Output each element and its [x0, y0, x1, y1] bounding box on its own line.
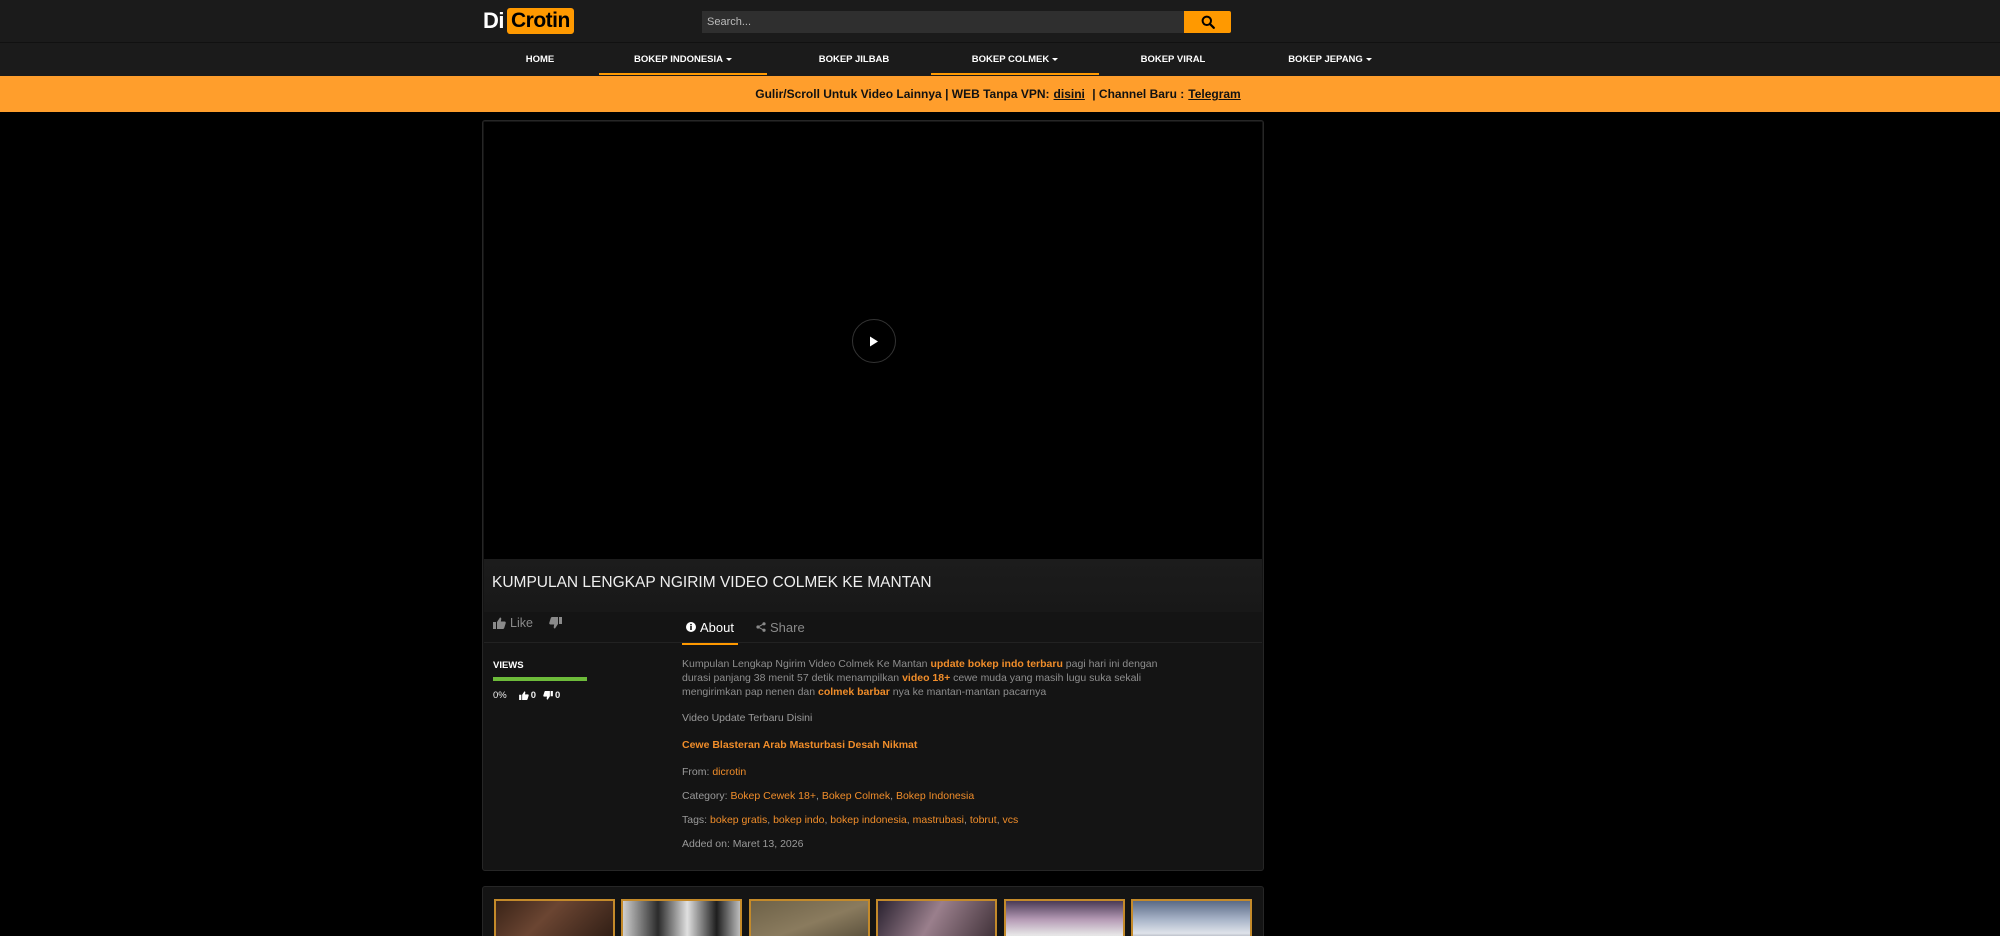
- info-tabs: About Share: [682, 613, 809, 645]
- category-label: Category:: [682, 790, 731, 802]
- video-title: KUMPULAN LENGKAP NGIRIM VIDEO COLMEK KE …: [492, 574, 932, 591]
- nav-item-home[interactable]: HOME: [490, 43, 590, 76]
- added-label: Added on:: [682, 838, 733, 850]
- category-link[interactable]: Bokep Cewek 18+: [730, 790, 816, 802]
- update-text: Video Update Terbaru Disini: [682, 712, 813, 724]
- tag-link[interactable]: tobrut: [970, 814, 997, 826]
- likes-count: 0: [530, 690, 537, 701]
- info-icon: [686, 622, 696, 632]
- video-thumbnail[interactable]: [1131, 899, 1252, 936]
- description-link[interactable]: video 18+: [902, 672, 950, 684]
- tab-share[interactable]: Share: [752, 613, 809, 641]
- banner-link-telegram[interactable]: Telegram: [1188, 87, 1240, 101]
- main-nav: HOME BOKEP INDONESIA BOKEP JILBAB BOKEP …: [0, 42, 2000, 76]
- tab-share-label: Share: [769, 619, 805, 635]
- views-rating-bar: [493, 677, 587, 681]
- category-line: Category: Bokep Cewek 18+, Bokep Colmek,…: [682, 790, 975, 802]
- nav-item-label: BOKEP COLMEK: [971, 54, 1050, 65]
- added-date: Maret 13, 2026: [732, 838, 804, 850]
- nav-item-label: BOKEP VIRAL: [1140, 54, 1206, 65]
- description-text: Kumpulan Lengkap Ngirim Video Colmek Ke …: [682, 658, 931, 670]
- nav-item-label: BOKEP JEPANG: [1288, 54, 1363, 65]
- banner-link-disini[interactable]: disini: [1054, 87, 1085, 101]
- like-button-label[interactable]: Like: [510, 616, 533, 630]
- nav-item-label: BOKEP INDONESIA: [633, 54, 724, 65]
- nav-item-bokep-jepang[interactable]: BOKEP JEPANG: [1262, 43, 1398, 76]
- video-thumbnail[interactable]: [876, 899, 997, 936]
- views-label: VIEWS: [493, 660, 524, 671]
- rating-actions: Like: [493, 613, 562, 633]
- related-videos: [482, 886, 1264, 936]
- share-icon: [756, 622, 766, 632]
- video-player[interactable]: [484, 122, 1262, 559]
- rating-summary: 0% 0 0: [493, 690, 567, 701]
- tag-link[interactable]: bokep gratis: [710, 814, 767, 826]
- description-link[interactable]: update bokep indo terbaru: [930, 658, 1062, 670]
- video-panel: KUMPULAN LENGKAP NGIRIM VIDEO COLMEK KE …: [482, 120, 1264, 871]
- added-line: Added on: Maret 13, 2026: [682, 838, 803, 850]
- thumbs-down-icon: [543, 691, 553, 700]
- logo-text-right: Crotin: [507, 8, 574, 34]
- banner-text: | Channel Baru :: [1088, 87, 1185, 101]
- announcement-banner: Gulir/Scroll Untuk Video Lainnya | WEB T…: [0, 76, 2000, 112]
- thumbs-up-icon[interactable]: [493, 617, 506, 629]
- site-header: Di Crotin: [0, 0, 2000, 42]
- banner-text: Gulir/Scroll Untuk Video Lainnya | WEB T…: [755, 87, 1050, 101]
- tab-about-label: About: [700, 619, 734, 635]
- search-button[interactable]: [1184, 11, 1231, 33]
- nav-item-bokep-colmek[interactable]: BOKEP COLMEK: [931, 43, 1099, 76]
- tag-link[interactable]: vcs: [1003, 814, 1019, 826]
- description-text: nya ke mantan-mantan pacarnya: [889, 686, 1047, 698]
- video-description: Kumpulan Lengkap Ngirim Video Colmek Ke …: [682, 657, 1172, 699]
- thumbs-up-icon: [518, 691, 529, 700]
- nav-item-bokep-jilbab[interactable]: BOKEP JILBAB: [780, 43, 928, 76]
- video-thumbnail[interactable]: [749, 899, 870, 936]
- rating-percent: 0%: [493, 690, 507, 701]
- tab-about[interactable]: About: [682, 613, 738, 645]
- caret-down-icon: [1052, 58, 1059, 61]
- tag-link[interactable]: bokep indo: [773, 814, 824, 826]
- play-icon: [870, 336, 878, 346]
- nav-item-bokep-indonesia[interactable]: BOKEP INDONESIA: [599, 43, 767, 76]
- tags-label: Tags:: [682, 814, 711, 826]
- video-thumbnail[interactable]: [1004, 899, 1125, 936]
- nav-item-bokep-viral[interactable]: BOKEP VIRAL: [1110, 43, 1236, 76]
- category-link[interactable]: Bokep Indonesia: [896, 790, 974, 802]
- search-form: [702, 11, 1231, 33]
- description-link[interactable]: colmek barbar: [818, 686, 890, 698]
- tags-line: Tags: bokep gratis, bokep indo, bokep in…: [682, 814, 1019, 826]
- nav-item-label: BOKEP JILBAB: [818, 54, 890, 65]
- featured-video-link[interactable]: Cewe Blasteran Arab Masturbasi Desah Nik…: [682, 739, 917, 751]
- featured-video: Cewe Blasteran Arab Masturbasi Desah Nik…: [682, 739, 917, 751]
- dislikes-count: 0: [555, 690, 561, 701]
- video-thumbnail[interactable]: [494, 899, 615, 936]
- nav-item-label: HOME: [525, 54, 555, 65]
- from-line: From: dicrotin: [682, 766, 746, 778]
- caret-down-icon: [1365, 58, 1372, 61]
- section-divider: [484, 642, 1262, 643]
- site-logo[interactable]: Di Crotin: [483, 8, 574, 34]
- author-link[interactable]: dicrotin: [712, 766, 746, 778]
- video-thumbnail[interactable]: [621, 899, 742, 936]
- search-input[interactable]: [702, 11, 1184, 33]
- tag-link[interactable]: bokep indonesia: [830, 814, 906, 826]
- title-bar: KUMPULAN LENGKAP NGIRIM VIDEO COLMEK KE …: [484, 559, 1262, 612]
- search-icon: [1201, 15, 1215, 29]
- caret-down-icon: [726, 58, 733, 61]
- thumbs-down-icon[interactable]: [549, 617, 562, 629]
- logo-text-left: Di: [483, 8, 505, 33]
- tag-link[interactable]: mastrubasi: [913, 814, 964, 826]
- category-link[interactable]: Bokep Colmek: [822, 790, 890, 802]
- play-button[interactable]: [852, 319, 896, 363]
- from-label: From:: [682, 766, 713, 778]
